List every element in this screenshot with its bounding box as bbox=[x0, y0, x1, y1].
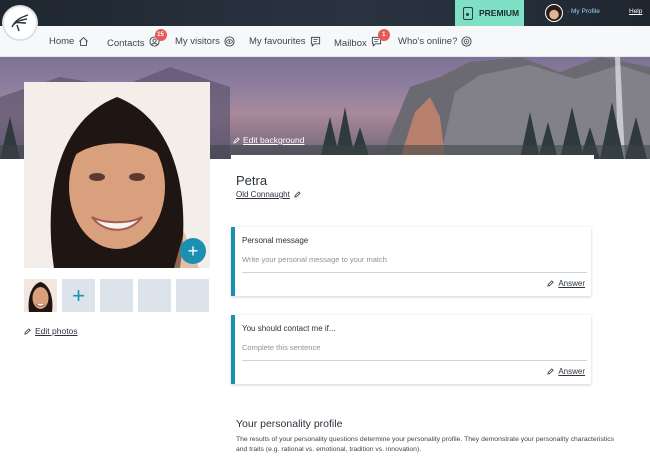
my-profile-link[interactable]: · My Profile bbox=[567, 8, 600, 15]
empty-photo-slot[interactable] bbox=[176, 279, 209, 312]
nav-visitors-label: My visitors bbox=[175, 36, 220, 47]
add-photo-slot[interactable]: + bbox=[62, 279, 95, 312]
edit-photos-link[interactable]: Edit photos bbox=[24, 326, 78, 336]
mailbox-badge: 1 bbox=[377, 29, 390, 41]
contact-me-input[interactable]: Complete this sentence bbox=[242, 341, 587, 361]
nav-online-label: Who's online? bbox=[398, 36, 458, 47]
location-label: Old Connaught bbox=[236, 190, 290, 199]
profile-photo-image bbox=[24, 82, 210, 268]
edit-background-label: Edit background bbox=[243, 135, 305, 145]
add-photo-button[interactable]: + bbox=[180, 238, 206, 264]
main-nav: Home Contacts 15 My visitors My favourit… bbox=[0, 26, 650, 57]
nav-home[interactable]: Home bbox=[49, 36, 89, 47]
plus-icon: + bbox=[187, 241, 199, 261]
pencil-icon bbox=[24, 327, 31, 335]
personal-message-input[interactable]: Write your personal message to your matc… bbox=[242, 253, 587, 273]
photo-thumbnails: + bbox=[24, 279, 209, 312]
edit-photos-label: Edit photos bbox=[35, 326, 78, 336]
answer-label: Answer bbox=[558, 367, 585, 376]
pencil-icon bbox=[294, 191, 301, 198]
personal-message-card: Personal message Write your personal mes… bbox=[231, 227, 591, 296]
photo-thumbnail[interactable] bbox=[24, 279, 57, 312]
nav-mailbox[interactable]: Mailbox 1 bbox=[334, 29, 390, 50]
nav-favourites-label: My favourites bbox=[249, 36, 306, 47]
contact-me-card: You should contact me if... Complete thi… bbox=[231, 315, 591, 384]
nav-mailbox-label: Mailbox bbox=[334, 37, 367, 49]
pencil-icon bbox=[547, 368, 554, 375]
online-icon bbox=[461, 36, 472, 47]
contact-me-title: You should contact me if... bbox=[242, 324, 336, 333]
contact-me-answer-button[interactable]: Answer bbox=[547, 367, 585, 376]
help-link[interactable]: Help bbox=[629, 8, 642, 15]
answer-label: Answer bbox=[558, 279, 585, 288]
edit-background-link[interactable]: Edit background bbox=[233, 135, 304, 145]
nav-my-favourites[interactable]: My favourites bbox=[249, 36, 321, 47]
personality-description: The results of your personality question… bbox=[236, 436, 615, 453]
favourites-icon bbox=[310, 36, 320, 47]
profile-photo[interactable] bbox=[24, 82, 210, 268]
profile-name: Petra bbox=[236, 173, 268, 188]
pencil-icon bbox=[547, 280, 554, 287]
empty-photo-slot[interactable] bbox=[138, 279, 171, 312]
empty-photo-slot[interactable] bbox=[100, 279, 133, 312]
contacts-badge: 15 bbox=[154, 29, 167, 41]
premium-label: PREMIUM bbox=[479, 8, 520, 18]
nav-whos-online[interactable]: Who's online? bbox=[398, 36, 472, 47]
pencil-icon bbox=[233, 136, 240, 144]
personality-title: Your personality profile bbox=[236, 418, 343, 430]
premium-button[interactable]: PREMIUM bbox=[455, 0, 524, 26]
location-link[interactable]: Old Connaught bbox=[236, 190, 301, 199]
logo-icon bbox=[11, 14, 29, 32]
plus-icon: + bbox=[72, 282, 85, 308]
medal-icon bbox=[463, 6, 473, 20]
nav-contacts[interactable]: Contacts 15 bbox=[107, 29, 167, 50]
site-logo[interactable] bbox=[2, 5, 38, 41]
personal-message-answer-button[interactable]: Answer bbox=[547, 279, 585, 288]
user-avatar[interactable] bbox=[545, 4, 563, 22]
profile-header-card bbox=[231, 155, 594, 215]
nav-my-visitors[interactable]: My visitors bbox=[175, 36, 235, 47]
nav-home-label: Home bbox=[49, 36, 75, 47]
home-icon bbox=[79, 37, 89, 46]
personal-message-title: Personal message bbox=[242, 236, 309, 245]
thumbnail-image bbox=[24, 279, 57, 312]
visitors-icon bbox=[224, 36, 235, 47]
nav-contacts-label: Contacts bbox=[107, 37, 145, 49]
